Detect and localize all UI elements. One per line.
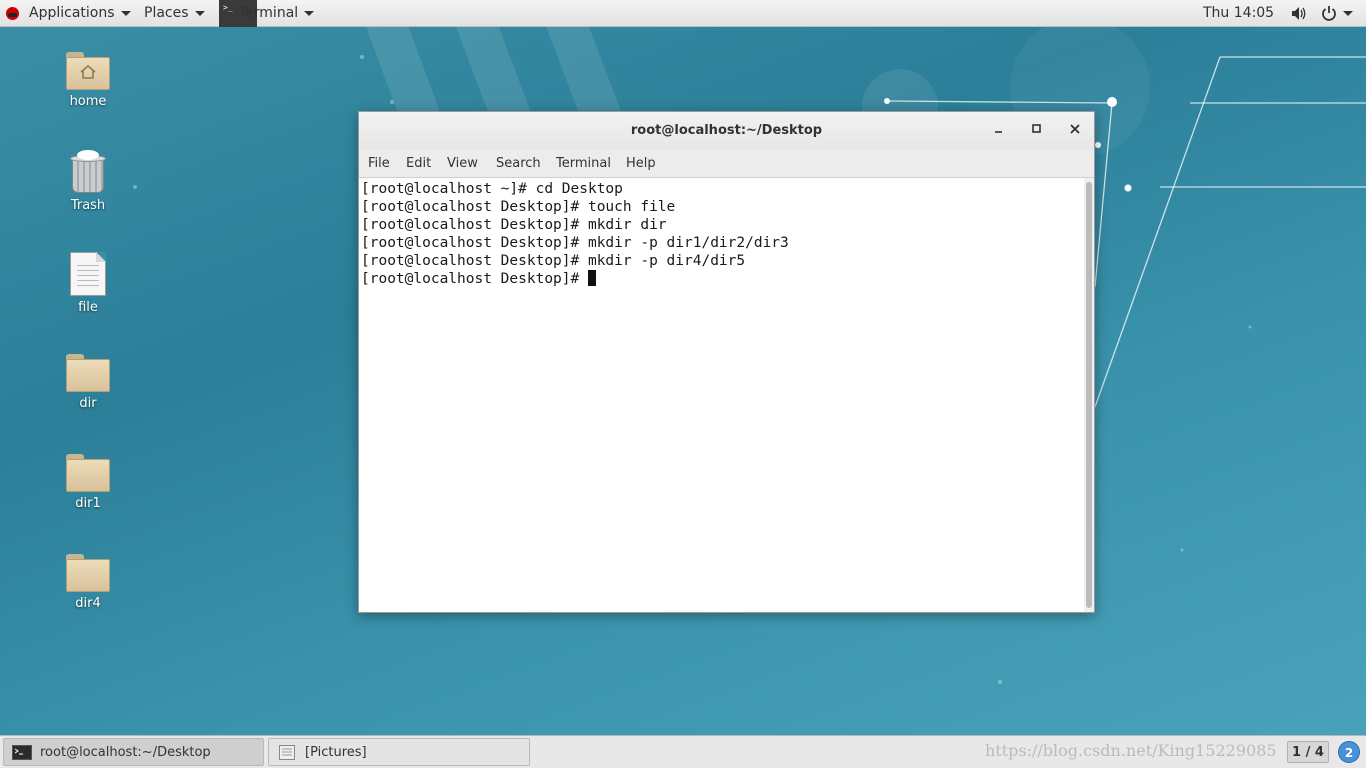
terminal-prompt: [root@localhost Desktop]#: [361, 271, 588, 287]
top-panel: Applications Places >_ Terminal Thu 14:0…: [0, 0, 1366, 27]
minimize-icon: [995, 131, 1002, 133]
desktop-icon-label: file: [78, 300, 98, 315]
menu-view[interactable]: View: [447, 150, 478, 178]
menu-help[interactable]: Help: [626, 150, 656, 178]
window-title: root@localhost:~/Desktop: [630, 123, 823, 138]
places-label: Places: [144, 5, 189, 21]
desktop-icon-dir[interactable]: dir: [48, 354, 128, 411]
volume-icon[interactable]: [1291, 6, 1307, 21]
text-cursor: [587, 270, 596, 286]
terminal-line: [root@localhost Desktop]# mkdir dir: [361, 217, 667, 233]
desktop-icon-home[interactable]: home: [48, 52, 128, 109]
chevron-down-icon: [304, 10, 315, 16]
maximize-icon: [1032, 124, 1041, 133]
close-button[interactable]: [1064, 120, 1086, 142]
places-menu[interactable]: Places: [144, 0, 205, 27]
minimize-button[interactable]: [988, 120, 1010, 142]
watermark-text: https://blog.csdn.net/King15229085: [985, 741, 1277, 760]
desktop-icon-label: dir: [79, 396, 97, 411]
file-manager-icon: [279, 745, 295, 760]
folder-icon: [66, 554, 110, 592]
active-app-menu[interactable]: Terminal: [239, 0, 315, 27]
menu-file[interactable]: File: [368, 150, 390, 178]
terminal-line: [root@localhost Desktop]# mkdir -p dir4/…: [361, 253, 746, 269]
menu-terminal[interactable]: Terminal: [556, 150, 611, 178]
folder-icon: [66, 354, 110, 392]
desktop-icon-trash[interactable]: Trash: [48, 150, 128, 213]
applications-label: Applications: [29, 5, 115, 21]
redhat-logo-icon[interactable]: [6, 7, 19, 20]
workspace-switcher[interactable]: 1 / 4: [1287, 741, 1329, 763]
taskbar-item-label: root@localhost:~/Desktop: [40, 745, 211, 760]
desktop-icon-dir1[interactable]: dir1: [48, 454, 128, 511]
active-app-label: Terminal: [239, 5, 299, 21]
desktop-icon-label: dir4: [75, 596, 101, 611]
chevron-down-icon: [120, 10, 131, 16]
terminal-output[interactable]: [root@localhost ~]# cd Desktop [root@loc…: [359, 178, 1084, 612]
desktop-icon-file[interactable]: file: [48, 252, 128, 315]
menu-edit[interactable]: Edit: [406, 150, 431, 178]
power-icon[interactable]: [1321, 5, 1337, 21]
desktop-icon-label: home: [69, 94, 107, 109]
taskbar-item-pictures[interactable]: [Pictures]: [268, 738, 530, 766]
desktop-icon-dir4[interactable]: dir4: [48, 554, 128, 611]
terminal-line: [root@localhost ~]# cd Desktop: [361, 181, 623, 197]
scrollbar-thumb[interactable]: [1086, 182, 1092, 608]
close-icon: [1070, 124, 1080, 134]
notification-badge[interactable]: 2: [1338, 741, 1360, 763]
taskbar-item-label: [Pictures]: [305, 745, 367, 760]
home-folder-icon: [66, 52, 110, 90]
desktop-icon-label: dir1: [75, 496, 101, 511]
menu-search[interactable]: Search: [496, 150, 541, 178]
taskbar-item-terminal[interactable]: root@localhost:~/Desktop: [3, 738, 264, 766]
clock-label: Thu 14:05: [1203, 5, 1275, 21]
terminal-line: [root@localhost Desktop]# touch file: [361, 199, 676, 215]
terminal-line: [root@localhost Desktop]# mkdir -p dir1/…: [361, 235, 789, 251]
terminal-scrollbar[interactable]: [1084, 178, 1094, 612]
text-file-icon: [70, 252, 106, 296]
window-titlebar[interactable]: root@localhost:~/Desktop: [359, 112, 1094, 150]
chevron-down-icon[interactable]: [1343, 11, 1353, 16]
chevron-down-icon: [194, 10, 205, 16]
terminal-icon: [12, 745, 32, 760]
terminal-menubar: File Edit View Search Terminal Help: [359, 150, 1094, 178]
terminal-window[interactable]: root@localhost:~/Desktop File Edit View …: [358, 111, 1095, 613]
desktop-icon-label: Trash: [70, 198, 106, 213]
bottom-panel: root@localhost:~/Desktop [Pictures] http…: [0, 735, 1366, 768]
clock[interactable]: Thu 14:05: [1203, 0, 1274, 27]
maximize-button[interactable]: [1026, 120, 1048, 142]
folder-icon: [66, 454, 110, 492]
applications-menu[interactable]: Applications: [29, 0, 131, 27]
terminal-prompt-line[interactable]: [root@localhost Desktop]#: [361, 270, 596, 288]
trash-icon: [69, 150, 107, 194]
